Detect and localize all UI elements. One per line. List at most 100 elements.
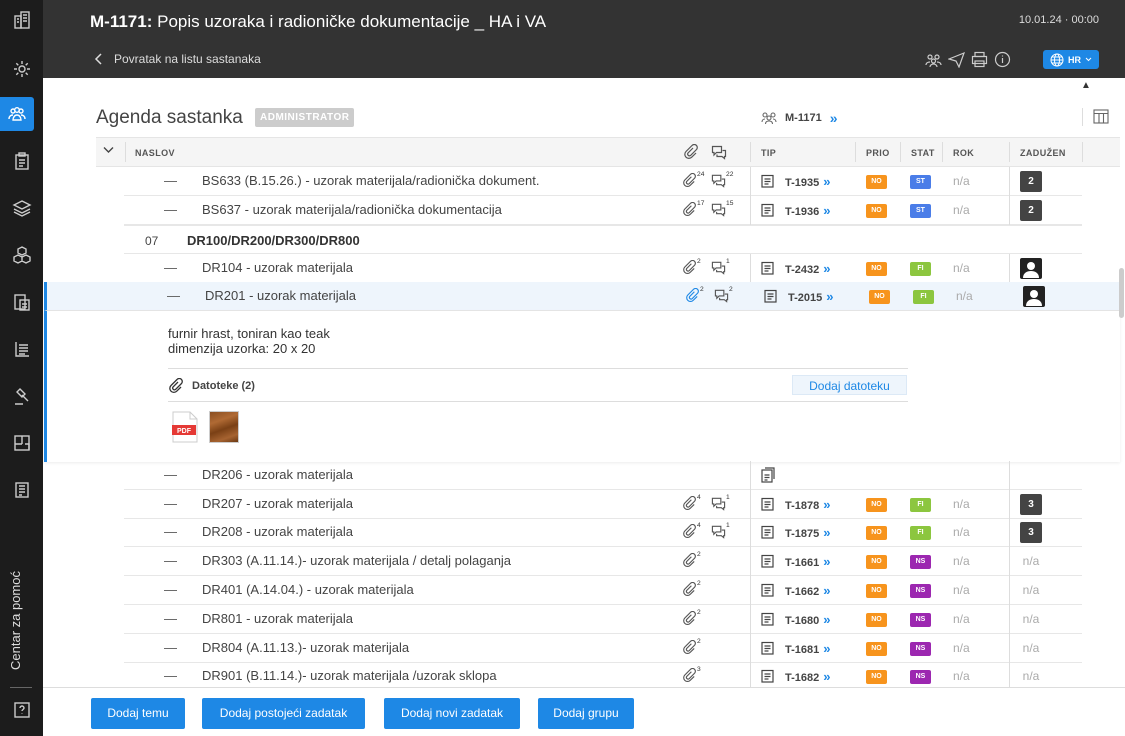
row-title[interactable]: BS637 - uzorak materijala/radionička dok… — [202, 202, 502, 217]
send-icon[interactable] — [948, 51, 965, 68]
news-icon[interactable] — [0, 473, 43, 507]
table-row[interactable]: — DR206 - uzorak materijala — [124, 461, 1082, 490]
cubes-icon[interactable] — [0, 238, 43, 272]
columns-icon[interactable] — [1093, 109, 1109, 129]
table-row[interactable]: — BS633 (B.15.26.) - uzorak materijala/r… — [124, 167, 1082, 196]
participants-icon[interactable] — [925, 51, 942, 68]
row-title[interactable]: DR801 - uzorak materijala — [202, 611, 353, 626]
priority-badge[interactable]: NO — [866, 262, 887, 276]
row-title[interactable]: DR303 (A.11.14.)- uzorak materijala / de… — [202, 553, 511, 568]
status-badge[interactable]: NS — [910, 642, 931, 656]
priority-badge[interactable]: NO — [866, 175, 887, 189]
create-task-icon[interactable] — [761, 467, 775, 488]
comments-count[interactable]: 2 — [714, 286, 733, 304]
attachments-count[interactable]: 2 — [682, 551, 701, 569]
status-badge[interactable]: NS — [910, 555, 931, 569]
ledger-icon[interactable] — [0, 332, 43, 366]
status-badge[interactable]: NS — [910, 613, 931, 627]
attachments-count[interactable]: 2 — [682, 258, 701, 276]
task-link[interactable]: T-1680» — [785, 612, 830, 627]
help-book-icon[interactable] — [0, 693, 43, 727]
column-header-stat[interactable]: STAT — [911, 148, 935, 158]
collapse-all-chevron-icon[interactable] — [103, 146, 114, 156]
user-avatar-icon[interactable] — [1020, 258, 1042, 279]
status-badge[interactable]: FI — [913, 290, 934, 304]
print-icon[interactable] — [971, 51, 988, 68]
table-row[interactable]: — DR104 - uzorak materijala 2 1 T-2432» … — [124, 254, 1082, 283]
priority-badge[interactable]: NO — [866, 584, 887, 598]
task-link[interactable]: T-1875» — [785, 525, 830, 540]
row-title[interactable]: DR401 (A.14.04.) - uzorak materijala — [202, 582, 414, 597]
assignee-count-badge[interactable]: 2 — [1020, 200, 1042, 221]
settings-gear-icon[interactable] — [0, 52, 43, 86]
info-icon[interactable] — [994, 51, 1011, 68]
add-new-task-button[interactable]: Dodaj novi zadatak — [384, 698, 520, 729]
wood-sample-image-thumbnail[interactable] — [209, 411, 239, 443]
floorplan-icon[interactable] — [0, 426, 43, 460]
priority-badge[interactable]: NO — [866, 204, 887, 218]
comments-count[interactable]: 1 — [711, 522, 730, 540]
row-title[interactable]: DR201 - uzorak materijala — [205, 288, 356, 303]
row-title[interactable]: DR206 - uzorak materijala — [202, 467, 353, 482]
priority-badge[interactable]: NO — [866, 555, 887, 569]
comments-count[interactable]: 15 — [711, 200, 733, 218]
assignee-count-badge[interactable]: 3 — [1020, 494, 1042, 515]
status-badge[interactable]: ST — [910, 175, 931, 189]
attachments-count[interactable]: 4 — [682, 522, 701, 540]
task-link[interactable]: T-1682» — [785, 669, 830, 684]
comments-count[interactable]: 1 — [711, 494, 730, 512]
table-row[interactable]: — DR804 (A.11.13.)- uzorak materijala 2 … — [124, 634, 1082, 663]
table-row[interactable]: — DR303 (A.11.14.)- uzorak materijala / … — [124, 547, 1082, 576]
back-link[interactable]: Povratak na listu sastanaka — [94, 52, 261, 66]
assignee-count-badge[interactable]: 3 — [1020, 522, 1042, 543]
pdf-file-icon[interactable]: PDF — [172, 411, 198, 448]
comments-count[interactable]: 1 — [711, 258, 730, 276]
item-description[interactable]: furnir hrast, toniran kao teak dimenzija… — [168, 326, 330, 356]
row-title[interactable]: BS633 (B.15.26.) - uzorak materijala/rad… — [202, 173, 539, 188]
meetings-group-icon[interactable] — [0, 97, 34, 131]
task-link[interactable]: T-2015» — [788, 289, 833, 304]
attachments-count[interactable]: 2 — [685, 286, 704, 304]
attachments-count[interactable]: 17 — [682, 200, 704, 218]
attachments-count[interactable]: 4 — [682, 494, 701, 512]
row-title[interactable]: DR208 - uzorak materijala — [202, 524, 353, 539]
table-row[interactable]: — DR208 - uzorak materijala 4 1 T-1875» … — [124, 518, 1082, 547]
status-badge[interactable]: FI — [910, 498, 931, 512]
assignee-count-badge[interactable]: 2 — [1020, 171, 1042, 192]
add-group-button[interactable]: Dodaj grupu — [538, 698, 634, 729]
attachments-count[interactable]: 2 — [682, 638, 701, 656]
attachments-count[interactable]: 2 — [682, 609, 701, 627]
status-badge[interactable]: NS — [910, 670, 931, 684]
layers-icon[interactable] — [0, 191, 43, 225]
priority-badge[interactable]: NO — [866, 613, 887, 627]
add-topic-button[interactable]: Dodaj temu — [91, 698, 185, 729]
vertical-scrollbar[interactable] — [1119, 268, 1124, 318]
language-selector[interactable]: HR — [1043, 50, 1099, 69]
task-link[interactable]: T-1936» — [785, 203, 830, 218]
table-row[interactable]: — DR801 - uzorak materijala 2 T-1680» NO… — [124, 605, 1082, 634]
table-row[interactable]: — DR401 (A.14.04.) - uzorak materijala 2… — [124, 576, 1082, 605]
table-row[interactable]: — BS637 - uzorak materijala/radionička d… — [124, 196, 1082, 225]
column-header-title[interactable]: NASLOV — [135, 148, 175, 158]
group-title[interactable]: DR100/DR200/DR300/DR800 — [187, 233, 360, 248]
table-row-selected[interactable]: — DR201 - uzorak materijala 2 2 T-2015» … — [44, 282, 1120, 311]
comments-count[interactable]: 22 — [711, 171, 733, 189]
meeting-reference-link[interactable]: M-1171 » — [761, 110, 838, 126]
column-header-tip[interactable]: TIP — [761, 148, 776, 158]
document-icon[interactable] — [0, 285, 43, 319]
priority-badge[interactable]: NO — [869, 290, 890, 304]
status-badge[interactable]: NS — [910, 584, 931, 598]
task-link[interactable]: T-1935» — [785, 174, 830, 189]
task-link[interactable]: T-1681» — [785, 641, 830, 656]
status-badge[interactable]: FI — [910, 526, 931, 540]
help-center-link[interactable]: Centar za pomoć — [8, 570, 32, 670]
priority-badge[interactable]: NO — [866, 498, 887, 512]
priority-badge[interactable]: NO — [866, 670, 887, 684]
task-link[interactable]: T-1661» — [785, 554, 830, 569]
column-header-rok[interactable]: ROK — [953, 148, 974, 158]
row-title[interactable]: DR207 - uzorak materijala — [202, 496, 353, 511]
priority-badge[interactable]: NO — [866, 526, 887, 540]
gavel-icon[interactable] — [0, 379, 43, 413]
attachments-count[interactable]: 2 — [682, 580, 701, 598]
row-title[interactable]: DR901 (B.11.14.)- uzorak materijala /uzo… — [202, 668, 497, 683]
